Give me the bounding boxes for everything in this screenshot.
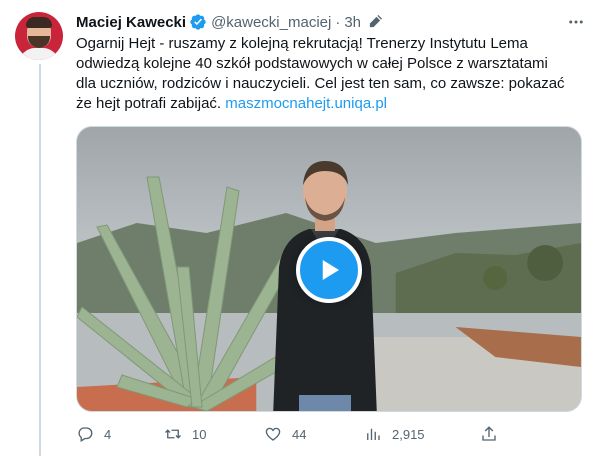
like-count: 44 bbox=[292, 426, 307, 442]
thread-line bbox=[39, 64, 41, 456]
views-button[interactable]: 2,915 bbox=[364, 425, 425, 443]
reply-icon bbox=[78, 427, 93, 442]
play-icon bbox=[322, 260, 339, 280]
reply-count: 4 bbox=[104, 426, 112, 442]
tweet-text-line-last: że hejt potrafi zabijać. maszmocnahejt.u… bbox=[76, 94, 588, 114]
avatar-column bbox=[15, 12, 67, 60]
tweet-actions: 4 10 44 2,915 bbox=[76, 424, 500, 444]
like-button[interactable]: 44 bbox=[264, 425, 306, 443]
avatar[interactable] bbox=[15, 12, 63, 60]
author-name[interactable]: Maciej Kawecki bbox=[76, 14, 186, 31]
reply-button[interactable]: 4 bbox=[76, 425, 111, 443]
tweet-text-line: odwiedzą kolejne 40 szkół podstawowych w… bbox=[76, 55, 548, 72]
play-button[interactable] bbox=[296, 237, 362, 303]
more-dots-icon[interactable] bbox=[566, 12, 586, 32]
tweet-text-line: dla uczniów, rodziców i nauczycieli. Cel… bbox=[76, 75, 565, 92]
share-icon bbox=[482, 426, 496, 441]
tweet-text-fragment: że hejt potrafi zabijać. bbox=[76, 95, 222, 112]
tweet-header: Maciej Kawecki @kawecki_maciej · 3h bbox=[76, 12, 586, 32]
retweet-button[interactable]: 10 bbox=[164, 425, 206, 443]
separator-dot: · bbox=[335, 13, 341, 31]
heart-icon bbox=[265, 427, 281, 441]
verified-badge-icon[interactable] bbox=[189, 13, 207, 31]
views-count: 2,915 bbox=[392, 426, 425, 442]
retweet-count: 10 bbox=[192, 426, 207, 442]
tweet-time[interactable]: 3h bbox=[344, 14, 361, 31]
edited-pencil-icon[interactable] bbox=[367, 14, 383, 30]
video-player[interactable] bbox=[76, 126, 582, 412]
author-handle[interactable]: @kawecki_maciej bbox=[211, 14, 331, 31]
tweet-text: Ogarnij Hejt - ruszamy z kolejną rekruta… bbox=[76, 34, 588, 114]
share-button[interactable] bbox=[480, 425, 498, 443]
views-chart-icon bbox=[367, 428, 380, 440]
tweet-link[interactable]: maszmocnahejt.uniqa.pl bbox=[225, 95, 387, 112]
retweet-icon bbox=[165, 429, 181, 439]
tweet-text-line: Ogarnij Hejt - ruszamy z kolejną rekruta… bbox=[76, 35, 528, 52]
